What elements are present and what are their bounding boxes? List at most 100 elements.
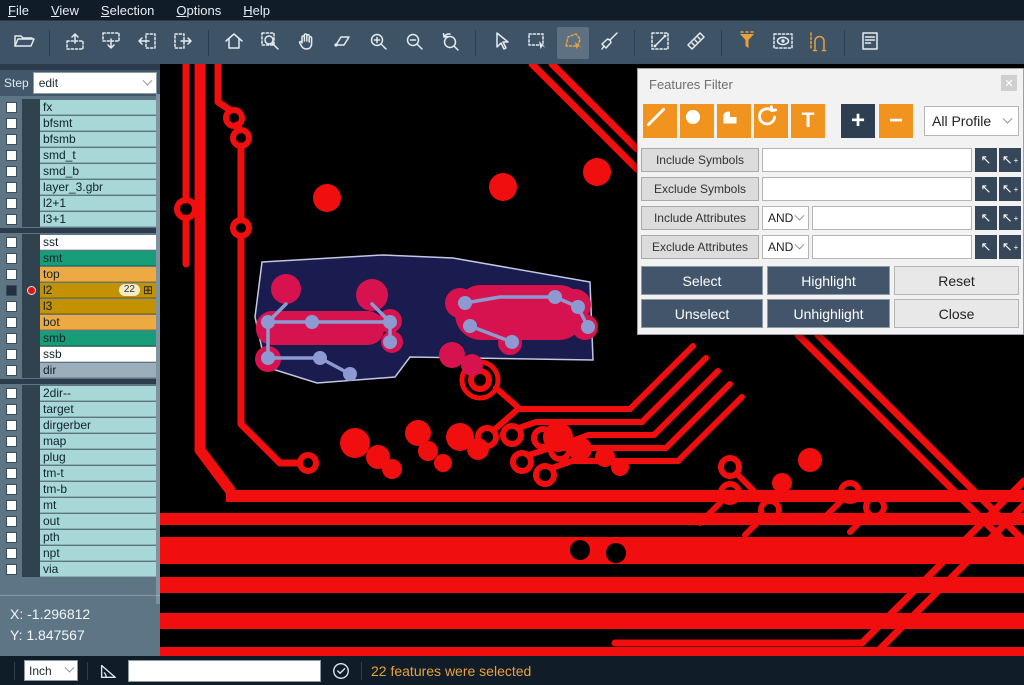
layer-row-smd_b[interactable]: smd_b [0, 163, 160, 179]
layer-row-l3[interactable]: l3 [0, 298, 160, 314]
zoom-previous-button[interactable] [434, 27, 466, 59]
paint-select-button[interactable] [593, 27, 625, 59]
layer-checkbox[interactable] [6, 134, 17, 145]
menu-selection[interactable]: Selection [101, 3, 154, 18]
layer-row-via[interactable]: via [0, 561, 160, 577]
include-symbols-input[interactable] [762, 148, 972, 172]
layer-cell[interactable]: dirgerber [40, 418, 156, 433]
layer-checkbox[interactable] [6, 516, 17, 527]
pick-add-from-canvas-button[interactable]: ↖+ [999, 235, 1021, 259]
shift-up-button[interactable] [59, 27, 91, 59]
layer-row-target[interactable]: target [0, 401, 160, 417]
shift-right-button[interactable] [167, 27, 199, 59]
layer-checkbox[interactable] [6, 349, 17, 360]
layer-cell[interactable]: l3 [40, 299, 156, 314]
filter-text-button[interactable]: T [791, 104, 825, 138]
layer-cell[interactable]: sst [40, 235, 156, 250]
layer-cell[interactable]: ssb [40, 347, 156, 362]
layer-checkbox[interactable] [6, 484, 17, 495]
apply-check-icon[interactable] [330, 660, 352, 682]
layer-checkbox[interactable] [6, 500, 17, 511]
menu-options[interactable]: Options [176, 3, 221, 18]
select-rectangle-button[interactable] [521, 27, 553, 59]
layer-cell[interactable]: bfsmb [40, 132, 156, 147]
unhighlight-button[interactable]: Unhighlight [767, 299, 890, 328]
layer-row-dir[interactable]: dir [0, 362, 160, 378]
exclude-attributes-button[interactable]: Exclude Attributes [641, 235, 759, 259]
and-or-select[interactable]: AND [762, 206, 809, 230]
layer-cell[interactable]: bot [40, 315, 156, 330]
layer-row-map[interactable]: map [0, 433, 160, 449]
layer-checkbox[interactable] [6, 333, 17, 344]
filter-surface-button[interactable] [717, 104, 751, 138]
layer-row-l3+1[interactable]: l3+1 [0, 211, 160, 227]
exclude-symbols-button[interactable]: Exclude Symbols [641, 177, 759, 201]
layer-cell[interactable]: target [40, 402, 156, 417]
remove-filter-button[interactable]: − [879, 104, 913, 138]
layer-checkbox[interactable] [6, 564, 17, 575]
layer-cell[interactable]: l222⊞ [40, 283, 156, 298]
menu-help[interactable]: Help [243, 3, 270, 18]
pick-add-from-canvas-button[interactable]: ↖+ [999, 206, 1021, 230]
layer-cell[interactable]: pth [40, 530, 156, 545]
layer-row-out[interactable]: out [0, 513, 160, 529]
layer-cell[interactable]: mt [40, 498, 156, 513]
layer-cell[interactable]: map [40, 434, 156, 449]
menu-view[interactable]: View [51, 3, 79, 18]
layer-row-npt[interactable]: npt [0, 545, 160, 561]
layer-cell[interactable]: l2+1 [40, 196, 156, 211]
layer-checkbox[interactable] [6, 436, 17, 447]
open-file-button[interactable] [8, 27, 40, 59]
layer-row-l2[interactable]: l222⊞ [0, 282, 160, 298]
layer-cell[interactable]: fx [40, 100, 156, 115]
layer-cell[interactable]: via [40, 562, 156, 577]
layer-row-bfsmb[interactable]: bfsmb [0, 131, 160, 147]
zoom-window-button[interactable] [254, 27, 286, 59]
reset-button[interactable]: Reset [894, 266, 1019, 295]
layer-checkbox[interactable] [6, 365, 17, 376]
layer-checkbox[interactable] [6, 420, 17, 431]
layer-cell[interactable]: tm-t [40, 466, 156, 481]
pcb-canvas[interactable]: Features Filter ✕ T+− All Profile Includ… [160, 64, 1024, 656]
filter-pad-button[interactable] [680, 104, 714, 138]
select-button[interactable]: Select [641, 266, 763, 295]
layer-cell[interactable]: smd_b [40, 164, 156, 179]
layer-checkbox[interactable] [6, 150, 17, 161]
layer-row-layer_3.gbr[interactable]: layer_3.gbr [0, 179, 160, 195]
layers-panel-button[interactable] [854, 27, 886, 59]
layer-row-smd_t[interactable]: smd_t [0, 147, 160, 163]
layer-checkbox[interactable] [6, 404, 17, 415]
layer-row-tm-t[interactable]: tm-t [0, 465, 160, 481]
layer-row-bfsmt[interactable]: bfsmt [0, 115, 160, 131]
layer-cell[interactable]: layer_3.gbr [40, 180, 156, 195]
features-filter-button[interactable] [731, 27, 763, 59]
layer-cell[interactable]: smb [40, 331, 156, 346]
layer-row-mt[interactable]: mt [0, 497, 160, 513]
layer-row-l2+1[interactable]: l2+1 [0, 195, 160, 211]
layer-row-plug[interactable]: plug [0, 449, 160, 465]
step-select[interactable]: edit [33, 72, 157, 94]
and-or-select[interactable]: AND [762, 235, 809, 259]
shift-down-button[interactable] [95, 27, 127, 59]
layer-cell[interactable]: l3+1 [40, 212, 156, 227]
layer-row-top[interactable]: top [0, 266, 160, 282]
layer-cell[interactable]: 2dir-- [40, 386, 156, 401]
layer-checkbox[interactable] [6, 317, 17, 328]
select-cursor-button[interactable] [485, 27, 517, 59]
layer-checkbox[interactable] [6, 388, 17, 399]
include-attributes-input[interactable] [812, 206, 972, 230]
pick-from-canvas-button[interactable]: ↖ [975, 206, 997, 230]
layer-row-sst[interactable]: sst [0, 234, 160, 250]
layer-checkbox[interactable] [6, 468, 17, 479]
layer-checkbox[interactable] [6, 182, 17, 193]
profile-select[interactable]: All Profile [924, 106, 1019, 136]
layer-cell[interactable]: out [40, 514, 156, 529]
exclude-attributes-input[interactable] [812, 235, 972, 259]
pick-from-canvas-button[interactable]: ↖ [975, 235, 997, 259]
layer-checkbox[interactable] [6, 253, 17, 264]
layer-row-pth[interactable]: pth [0, 529, 160, 545]
layer-cell[interactable]: smd_t [40, 148, 156, 163]
layer-checkbox[interactable] [6, 548, 17, 559]
select-polygon-button[interactable] [557, 27, 589, 59]
zoom-home-button[interactable] [218, 27, 250, 59]
